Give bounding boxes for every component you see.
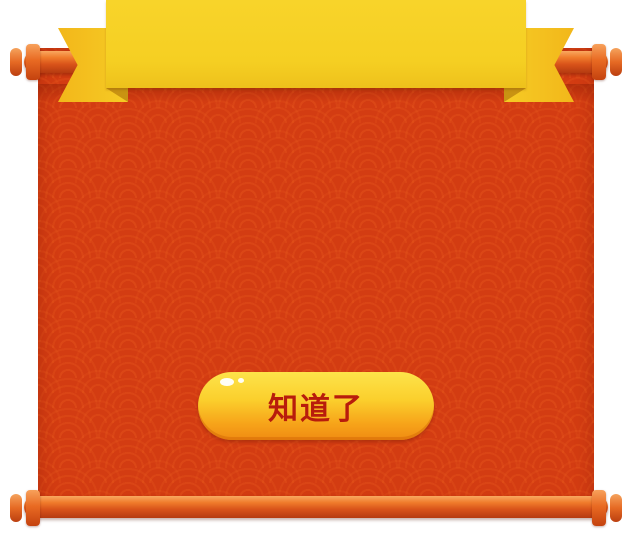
bottom-roller-left-cap bbox=[26, 490, 40, 526]
bottom-roller bbox=[24, 496, 608, 518]
bottom-roller-left-knob bbox=[10, 494, 22, 522]
top-roller-right-cap bbox=[592, 44, 606, 80]
button-gloss-highlight bbox=[220, 378, 234, 386]
confirm-button-label: 知道了 bbox=[268, 392, 364, 427]
scroll-panel bbox=[38, 48, 594, 510]
bottom-roller-right-knob bbox=[610, 494, 622, 522]
top-roller-right-knob bbox=[610, 48, 622, 76]
top-roller-left-knob bbox=[10, 48, 22, 76]
top-roller-left-cap bbox=[26, 44, 40, 80]
scroll-dialog: 知道了 bbox=[0, 0, 632, 540]
ribbon-banner bbox=[106, 0, 526, 88]
button-gloss-dot bbox=[238, 378, 244, 383]
confirm-button[interactable]: 知道了 bbox=[198, 372, 434, 440]
bottom-roller-right-cap bbox=[592, 490, 606, 526]
